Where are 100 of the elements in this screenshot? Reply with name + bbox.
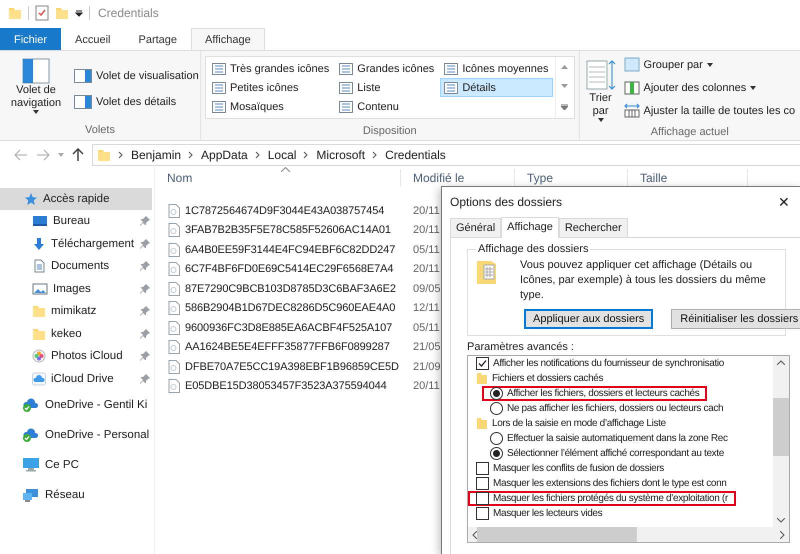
checkbox[interactable] bbox=[476, 357, 489, 370]
chevron-icon bbox=[118, 151, 124, 159]
file-item[interactable]: 1C7872564674D9F3044E43A038757454 bbox=[155, 204, 401, 218]
table-cell-text: 09/05 bbox=[412, 282, 441, 295]
breadcrumb[interactable]: Benjamin bbox=[131, 148, 182, 162]
sort-button[interactable]: Trier par bbox=[584, 54, 618, 126]
dialog-tab[interactable]: Rechercher bbox=[558, 218, 628, 237]
document-icon bbox=[32, 259, 46, 274]
file-icon bbox=[168, 320, 180, 335]
scroll-down-icon bbox=[777, 518, 785, 523]
radio-button[interactable] bbox=[490, 447, 503, 460]
pane-icon bbox=[74, 95, 92, 109]
horizontal-scrollbar[interactable] bbox=[468, 527, 789, 542]
table-cell-text: 21/09 bbox=[412, 360, 441, 373]
setting-label: Afficher les notifications du fournisseur de synchronisatio bbox=[493, 357, 724, 370]
sidebar-item[interactable]: kekeo bbox=[0, 322, 154, 345]
file-item[interactable]: DFBE70A7E5CC19A398EBF1B96859CE5D bbox=[155, 360, 401, 374]
sidebar-item[interactable]: Réseau bbox=[0, 480, 154, 510]
file-item[interactable]: 6C7F4BF6FD0E69C5414EC29F6568E7A4 bbox=[155, 262, 401, 276]
layout-option[interactable]: Très grandes icônes bbox=[208, 59, 334, 78]
checkbox[interactable] bbox=[476, 477, 489, 490]
setting-group-label: Fichiers et dossiers cachés bbox=[492, 372, 604, 385]
layout-option[interactable]: Liste bbox=[335, 78, 438, 97]
vertical-scrollbar[interactable] bbox=[773, 356, 789, 527]
ribbon-tab[interactable]: Fichier bbox=[0, 28, 62, 50]
sidebar-item[interactable]: OneDrive - Gentil Ki bbox=[0, 390, 154, 420]
breadcrumb[interactable]: Local bbox=[268, 148, 296, 162]
close-button[interactable]: ✕ bbox=[778, 194, 790, 210]
checklist-icon bbox=[35, 5, 49, 21]
view-option[interactable]: Ajuster la taille de toutes les co bbox=[622, 102, 798, 119]
dialog-tab[interactable]: Général bbox=[450, 218, 502, 237]
view-icon bbox=[212, 100, 226, 112]
sidebar-item[interactable]: Ce PC bbox=[0, 450, 154, 480]
dialog-button[interactable]: Appliquer aux dossiers bbox=[524, 309, 654, 329]
file-icon bbox=[168, 360, 180, 374]
checkbox[interactable] bbox=[476, 462, 489, 475]
address-bar[interactable]: Benjamin AppData Local Microsoft Credentials bbox=[92, 144, 800, 166]
cloud-check-icon bbox=[22, 427, 40, 443]
back-arrow-icon bbox=[14, 149, 28, 161]
cloud-icon bbox=[32, 372, 46, 386]
file-item[interactable]: AA1624BE5E4EFFF35877FFB6F0899287 bbox=[155, 340, 401, 354]
sidebar-item[interactable]: Photos iCloud bbox=[0, 345, 154, 368]
navigation-pane-button[interactable]: Volet de navigation bbox=[4, 54, 68, 124]
checkbox[interactable] bbox=[476, 492, 489, 505]
table-cell-text: 20/11 bbox=[412, 224, 440, 236]
sidebar-item[interactable]: Documents bbox=[0, 255, 154, 278]
radio-button[interactable] bbox=[490, 387, 503, 400]
resize-columns-icon bbox=[624, 103, 640, 118]
checkbox[interactable] bbox=[476, 507, 489, 520]
flower-icon bbox=[32, 349, 46, 364]
radio-button[interactable] bbox=[490, 402, 503, 415]
file-item[interactable]: 9600936FC3D8E885EA6ACBF4F525A107 bbox=[155, 320, 401, 335]
layout-option[interactable]: Icônes moyennes bbox=[440, 59, 553, 78]
dialog-button[interactable]: Réinitialiser les dossiers bbox=[671, 309, 800, 329]
file-item[interactable]: 87E7290C9BCB103D8785D3C6BAF3A6E2 bbox=[155, 282, 401, 296]
scroll-up-icon bbox=[777, 360, 785, 365]
breadcrumb[interactable]: AppData bbox=[201, 148, 248, 162]
column-header[interactable]: Nom bbox=[155, 169, 401, 186]
layout-option[interactable]: Mosaïques bbox=[208, 97, 334, 116]
sidebar-item[interactable]: mimikatz bbox=[0, 300, 154, 322]
folder-grid-icon bbox=[476, 258, 498, 286]
download-icon bbox=[32, 236, 46, 251]
chevron-icon bbox=[303, 151, 310, 159]
caret-icon bbox=[706, 62, 713, 66]
pane-button[interactable]: Volet de visualisation bbox=[72, 68, 201, 84]
file-item[interactable]: 586B2904B1D67DEC8286D5C960EAE4A0 bbox=[155, 301, 401, 316]
dialog-tab[interactable]: Affichage bbox=[501, 217, 559, 238]
file-item[interactable]: 3FAB7B2B35F5E78C585F52606AC14A01 bbox=[155, 223, 401, 238]
file-icon bbox=[168, 282, 180, 296]
view-icon bbox=[339, 82, 354, 94]
sidebar-item[interactable]: iCloud Drive bbox=[0, 368, 154, 390]
settings-list[interactable] bbox=[467, 355, 790, 543]
layout-option[interactable]: Grandes icônes bbox=[335, 59, 438, 78]
layout-option[interactable]: Petites icônes bbox=[208, 78, 334, 97]
sidebar-item[interactable]: Téléchargement bbox=[0, 232, 154, 255]
breadcrumb[interactable]: Microsoft bbox=[316, 148, 366, 162]
dialog-title: Options des dossiers bbox=[450, 195, 562, 209]
picture-frame-icon bbox=[32, 282, 48, 296]
radio-button[interactable] bbox=[490, 432, 503, 445]
sidebar-item[interactable]: OneDrive - Personal bbox=[0, 420, 154, 450]
view-icon bbox=[339, 62, 354, 74]
breadcrumb[interactable]: Credentials bbox=[385, 148, 446, 162]
sidebar-item[interactable]: Accès rapide bbox=[0, 188, 152, 210]
pane-button[interactable]: Volet des détails bbox=[72, 94, 201, 110]
sidebar-item[interactable]: Images bbox=[0, 278, 154, 300]
group-icon bbox=[624, 57, 640, 72]
table-cell-text: 05/11 bbox=[412, 244, 440, 256]
ribbon-tab[interactable]: Accueil bbox=[61, 28, 124, 50]
ribbon-tab[interactable]: Partage bbox=[124, 28, 192, 50]
view-option[interactable]: Grouper par bbox=[622, 56, 798, 73]
layout-option[interactable]: Détails bbox=[440, 78, 553, 97]
file-item[interactable]: E05DBE15D38053457F3523A375594044 bbox=[155, 379, 401, 394]
scroll-right-icon bbox=[780, 530, 785, 538]
sidebar-item[interactable]: Bureau bbox=[0, 210, 154, 232]
chevron-icon bbox=[188, 151, 194, 159]
file-item[interactable]: 6A4B0EE59F3144E4FC94EBF6C82DD247 bbox=[155, 242, 401, 257]
layout-option[interactable]: Contenu bbox=[335, 97, 438, 116]
ribbon-tab[interactable]: Affichage bbox=[191, 28, 265, 50]
view-option[interactable]: Ajouter des colonnes bbox=[622, 79, 798, 96]
file-icon bbox=[168, 262, 180, 276]
